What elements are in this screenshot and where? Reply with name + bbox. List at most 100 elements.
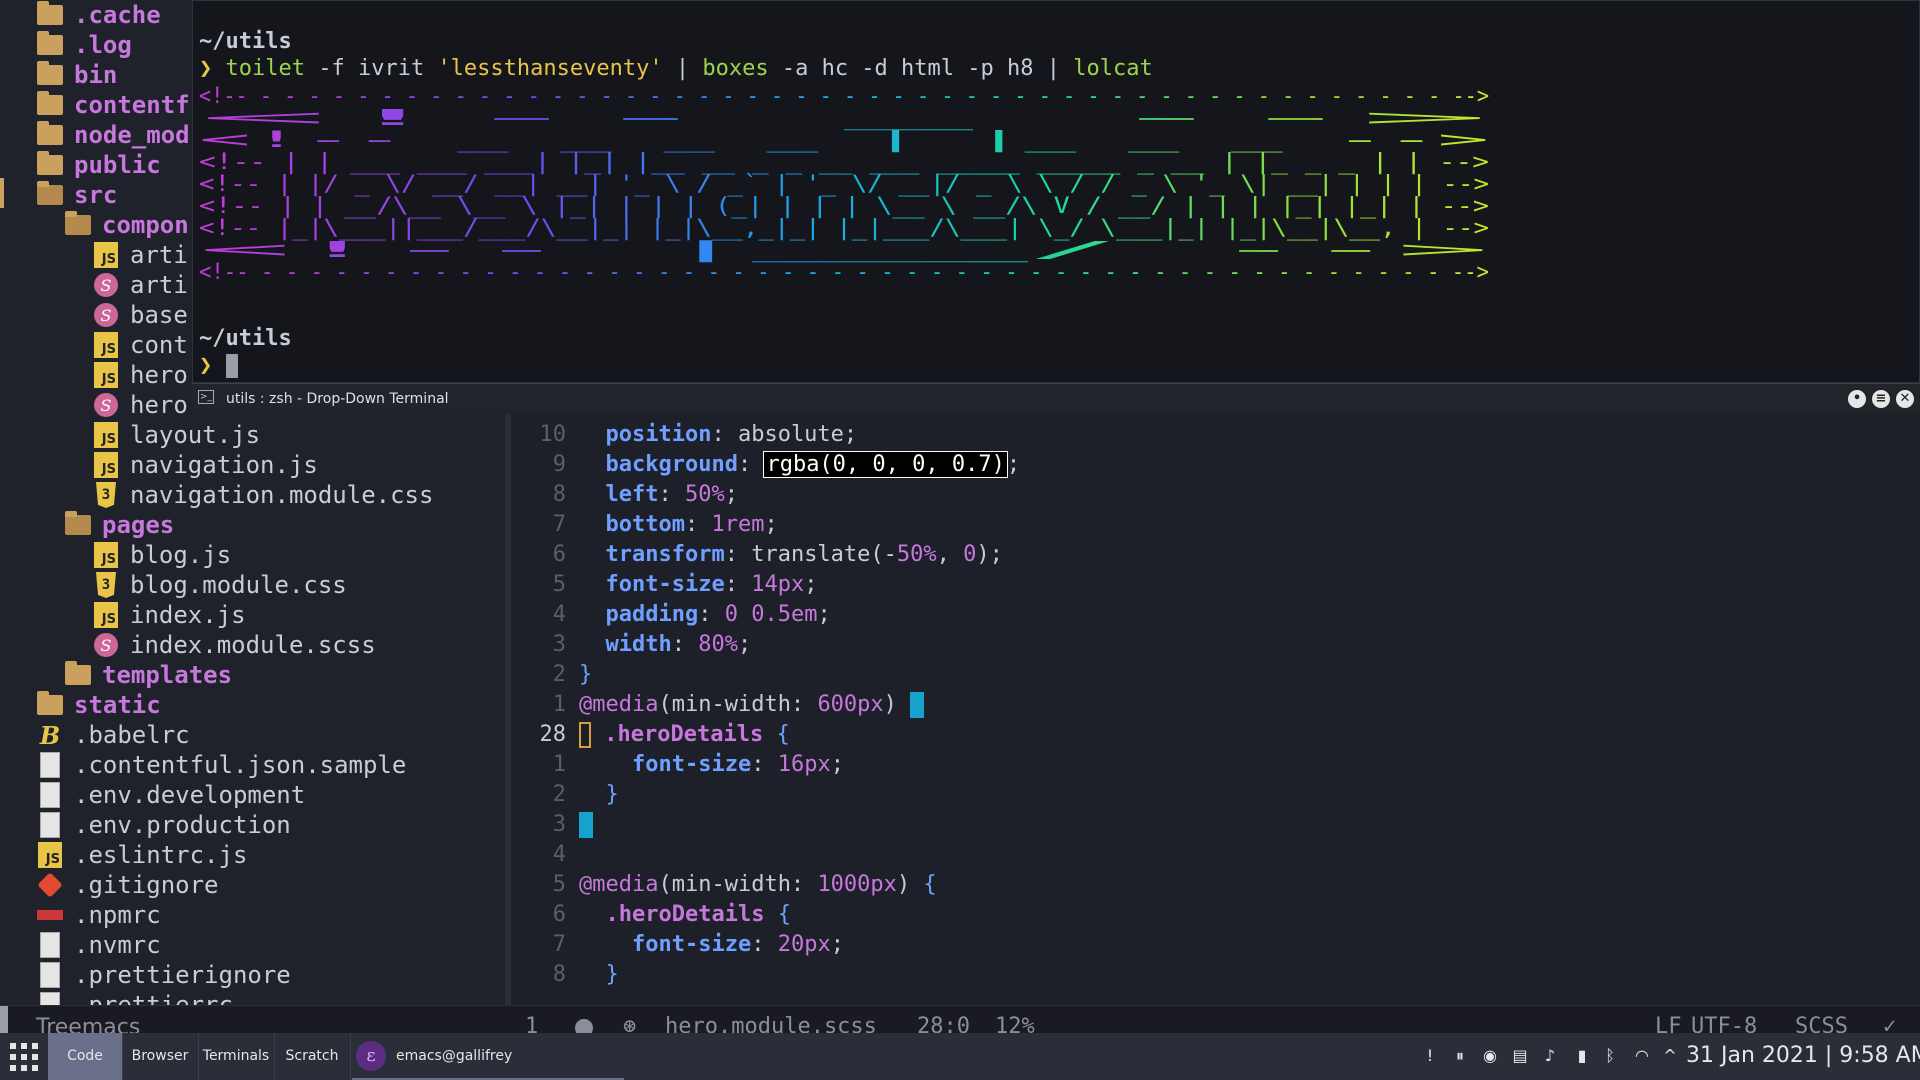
tree-dir[interactable]: pages — [64, 510, 174, 540]
taskbar: Code Browser Terminals Scratch ɛ emacs@gall… — [0, 1033, 1920, 1080]
wifi-icon[interactable]: ◠ — [1632, 1045, 1652, 1067]
code-line[interactable]: 10 position: absolute; — [511, 420, 1920, 450]
tree-dir[interactable]: contentf — [36, 90, 190, 120]
tree-file[interactable]: 3 blog.module.css — [92, 570, 347, 600]
code-line[interactable]: 5 @media(min-width: 1000px) { — [511, 870, 1920, 900]
tree-file[interactable]: Sbase — [92, 300, 188, 330]
menu-icon[interactable]: ≡ — [1872, 390, 1890, 408]
editor-modeline: 1 ⊛ hero.module.scss 28:0 12% LF UTF-8 S… — [505, 1005, 1920, 1034]
task-emacs[interactable]: ɛ emacs@gallifrey — [352, 1033, 624, 1080]
tree-dir[interactable]: bin — [36, 60, 117, 90]
code-editor[interactable]: 10 position: absolute; 9 background: rgba… — [511, 400, 1920, 1033]
clipboard-icon[interactable]: ▤ — [1510, 1045, 1530, 1067]
tree-file[interactable]: .nvmrc — [36, 930, 161, 960]
tree-file[interactable]: .gitignore — [36, 870, 219, 900]
cmd-pipe: | — [1033, 56, 1074, 81]
code-line[interactable]: 6 transform: translate(-50%, 0); — [511, 540, 1920, 570]
tree-item-label: .gitignore — [74, 871, 219, 899]
tree-file[interactable]: Sindex.module.scss — [92, 630, 376, 660]
tree-dir[interactable]: public — [36, 150, 161, 180]
tree-file[interactable]: .npmrc — [36, 900, 161, 930]
line-number: 4 — [552, 602, 566, 627]
code-token: } — [579, 662, 593, 687]
line-text: font-size: 16px; — [579, 750, 844, 780]
tree-dir[interactable]: node_mod — [36, 120, 190, 150]
tree-dir[interactable]: compon — [64, 210, 189, 240]
tree-file[interactable]: JS cont — [92, 330, 188, 360]
code-token: (min-width: — [658, 692, 818, 717]
code-line[interactable]: 8 } — [511, 960, 1920, 990]
dropdown-terminal[interactable]: ~/utils ❯ toilet -f ivrit 'lessthanseven… — [192, 0, 1920, 383]
desktop-terminals[interactable]: Terminals — [198, 1033, 275, 1080]
close-icon[interactable]: ✕ — [1896, 390, 1914, 408]
code-line[interactable]: 2} — [511, 660, 1920, 690]
vpn-icon[interactable]: ◉ — [1480, 1045, 1500, 1067]
code-token: 20px — [777, 932, 831, 957]
prompt-icon: ❯ — [199, 353, 213, 378]
tree-item-label: arti — [130, 271, 188, 299]
buffer-filename: hero.module.scss — [665, 1014, 877, 1034]
code-line[interactable]: 3 — [511, 810, 1920, 840]
tree-dir[interactable]: .log — [36, 30, 132, 60]
tree-file[interactable]: .contentful.json.sample — [36, 750, 406, 780]
tree-file[interactable]: B .babelrc — [36, 720, 190, 750]
line-text: .heroDetails { — [579, 900, 791, 930]
code-line[interactable]: 2 } — [511, 780, 1920, 810]
line-number: 4 — [552, 842, 566, 867]
keep-open-icon[interactable]: • — [1848, 390, 1866, 408]
code-token: : — [751, 932, 778, 957]
tree-file[interactable]: .env.development — [36, 780, 305, 810]
text-cursor — [579, 812, 593, 838]
code-line[interactable]: 5 font-size: 14px; — [511, 570, 1920, 600]
tree-dir[interactable]: src — [36, 180, 117, 210]
code-token: : — [671, 632, 699, 657]
cmd-lolcat: lolcat — [1073, 56, 1153, 81]
code-token: ; — [724, 482, 738, 507]
notification-icon[interactable]: ! — [1420, 1045, 1440, 1067]
tree-dir[interactable]: .cache — [36, 0, 161, 30]
desktop-browser[interactable]: Browser — [122, 1033, 199, 1080]
tree-file[interactable]: Shero — [92, 390, 188, 420]
tree-file[interactable]: .prettierignore — [36, 960, 291, 990]
desktop-code[interactable]: Code — [48, 1033, 123, 1080]
tree-dir[interactable]: templates — [64, 660, 232, 690]
tree-file[interactable]: JS arti — [92, 240, 188, 270]
code-line[interactable]: 7 bottom: 1rem; — [511, 510, 1920, 540]
app-launcher-icon[interactable] — [10, 1043, 40, 1071]
tree-file[interactable]: JS .eslintrc.js — [36, 840, 247, 870]
code-line[interactable]: 1 @media(min-width: 600px) — [511, 690, 1920, 720]
tree-file[interactable]: JS navigation.js — [92, 450, 318, 480]
line-number: 6 — [552, 542, 566, 567]
bluetooth-icon[interactable]: ᛒ — [1600, 1045, 1620, 1067]
code-line[interactable]: 6 .heroDetails { — [511, 900, 1920, 930]
code-line[interactable]: 9 background: rgba(0, 0, 0, 0.7); — [511, 450, 1920, 480]
code-line[interactable]: 8 left: 50%; — [511, 480, 1920, 510]
tree-file[interactable]: Sarti — [92, 270, 188, 300]
code-token: { — [923, 872, 937, 897]
code-line[interactable]: 4 padding: 0 0.5em; — [511, 600, 1920, 630]
code-token: position — [605, 422, 712, 447]
tree-file[interactable]: 3 navigation.module.css — [92, 480, 433, 510]
tree-file[interactable]: JS blog.js — [92, 540, 231, 570]
code-line[interactable]: 3 width: 80%; — [511, 630, 1920, 660]
code-line[interactable]: 28 .heroDetails { — [511, 720, 1920, 750]
line-text: } — [579, 660, 592, 690]
battery-icon[interactable]: ▮ — [1572, 1045, 1592, 1067]
tree-file[interactable]: JS hero — [92, 360, 188, 390]
code-line[interactable]: 7 font-size: 20px; — [511, 930, 1920, 960]
media-icon[interactable]: ⏸ — [1450, 1045, 1470, 1067]
clock[interactable]: 31 Jan 2021 | 9:58 AM — [1686, 1043, 1920, 1068]
desktop-scratch[interactable]: Scratch — [274, 1033, 351, 1080]
code-token: bottom — [605, 512, 685, 537]
code-line[interactable]: 1 font-size: 16px; — [511, 750, 1920, 780]
tree-file[interactable]: JS index.js — [92, 600, 246, 630]
expand-icon[interactable]: ^ — [1660, 1045, 1680, 1067]
code-line[interactable]: 4 — [511, 840, 1920, 870]
js-icon: JS — [92, 602, 120, 628]
tree-file[interactable]: .env.production — [36, 810, 291, 840]
folder-open-icon — [64, 511, 92, 538]
volume-icon[interactable]: ♪ — [1540, 1045, 1560, 1067]
tree-dir[interactable]: static — [36, 690, 161, 720]
tree-file[interactable]: JS layout.js — [92, 420, 260, 450]
